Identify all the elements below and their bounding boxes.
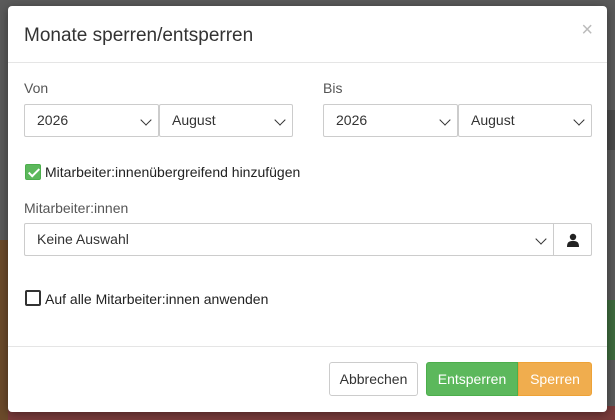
unlock-button[interactable]: Entsperren	[426, 362, 518, 396]
von-month-select[interactable]: August	[159, 104, 293, 137]
cancel-button[interactable]: Abbrechen	[329, 362, 418, 396]
chevron-down-icon	[573, 114, 585, 126]
bis-year-select[interactable]: 2026	[323, 104, 458, 137]
employees-label: Mitarbeiter:innen	[24, 200, 129, 216]
user-icon	[567, 233, 579, 247]
employees-select[interactable]: Keine Auswahl	[24, 223, 554, 256]
background-strip	[607, 300, 615, 360]
dialog-header: Monate sperren/entsperren ×	[8, 6, 607, 63]
footer-divider	[8, 346, 607, 347]
employees-value: Keine Auswahl	[37, 231, 129, 247]
bis-month-value: August	[471, 112, 515, 128]
chevron-down-icon	[535, 233, 547, 245]
employee-picker-button[interactable]	[554, 223, 592, 256]
chevron-down-icon	[140, 114, 152, 126]
apply-all-checkbox[interactable]	[25, 290, 41, 306]
bis-label: Bis	[323, 80, 343, 96]
close-icon[interactable]: ×	[581, 20, 593, 40]
bis-year-value: 2026	[336, 112, 368, 128]
bis-month-select[interactable]: August	[458, 104, 592, 137]
chevron-down-icon	[274, 114, 286, 126]
von-label: Von	[24, 80, 49, 96]
lock-button[interactable]: Sperren	[518, 362, 592, 396]
von-month-value: August	[172, 112, 216, 128]
background-strip	[0, 240, 8, 420]
background-strip	[607, 110, 615, 150]
von-year-select[interactable]: 2026	[24, 104, 159, 137]
von-year-value: 2026	[37, 112, 69, 128]
chevron-down-icon	[439, 114, 451, 126]
cross-employee-checkbox[interactable]	[25, 164, 41, 180]
apply-all-label: Auf alle Mitarbeiter:innen anwenden	[45, 291, 269, 307]
dialog-title: Monate sperren/entsperren	[24, 25, 254, 46]
cross-employee-label: Mitarbeiter:innenübergreifend hinzufügen	[45, 164, 301, 180]
lock-months-dialog: Monate sperren/entsperren × Von 2026 Aug…	[8, 6, 607, 412]
